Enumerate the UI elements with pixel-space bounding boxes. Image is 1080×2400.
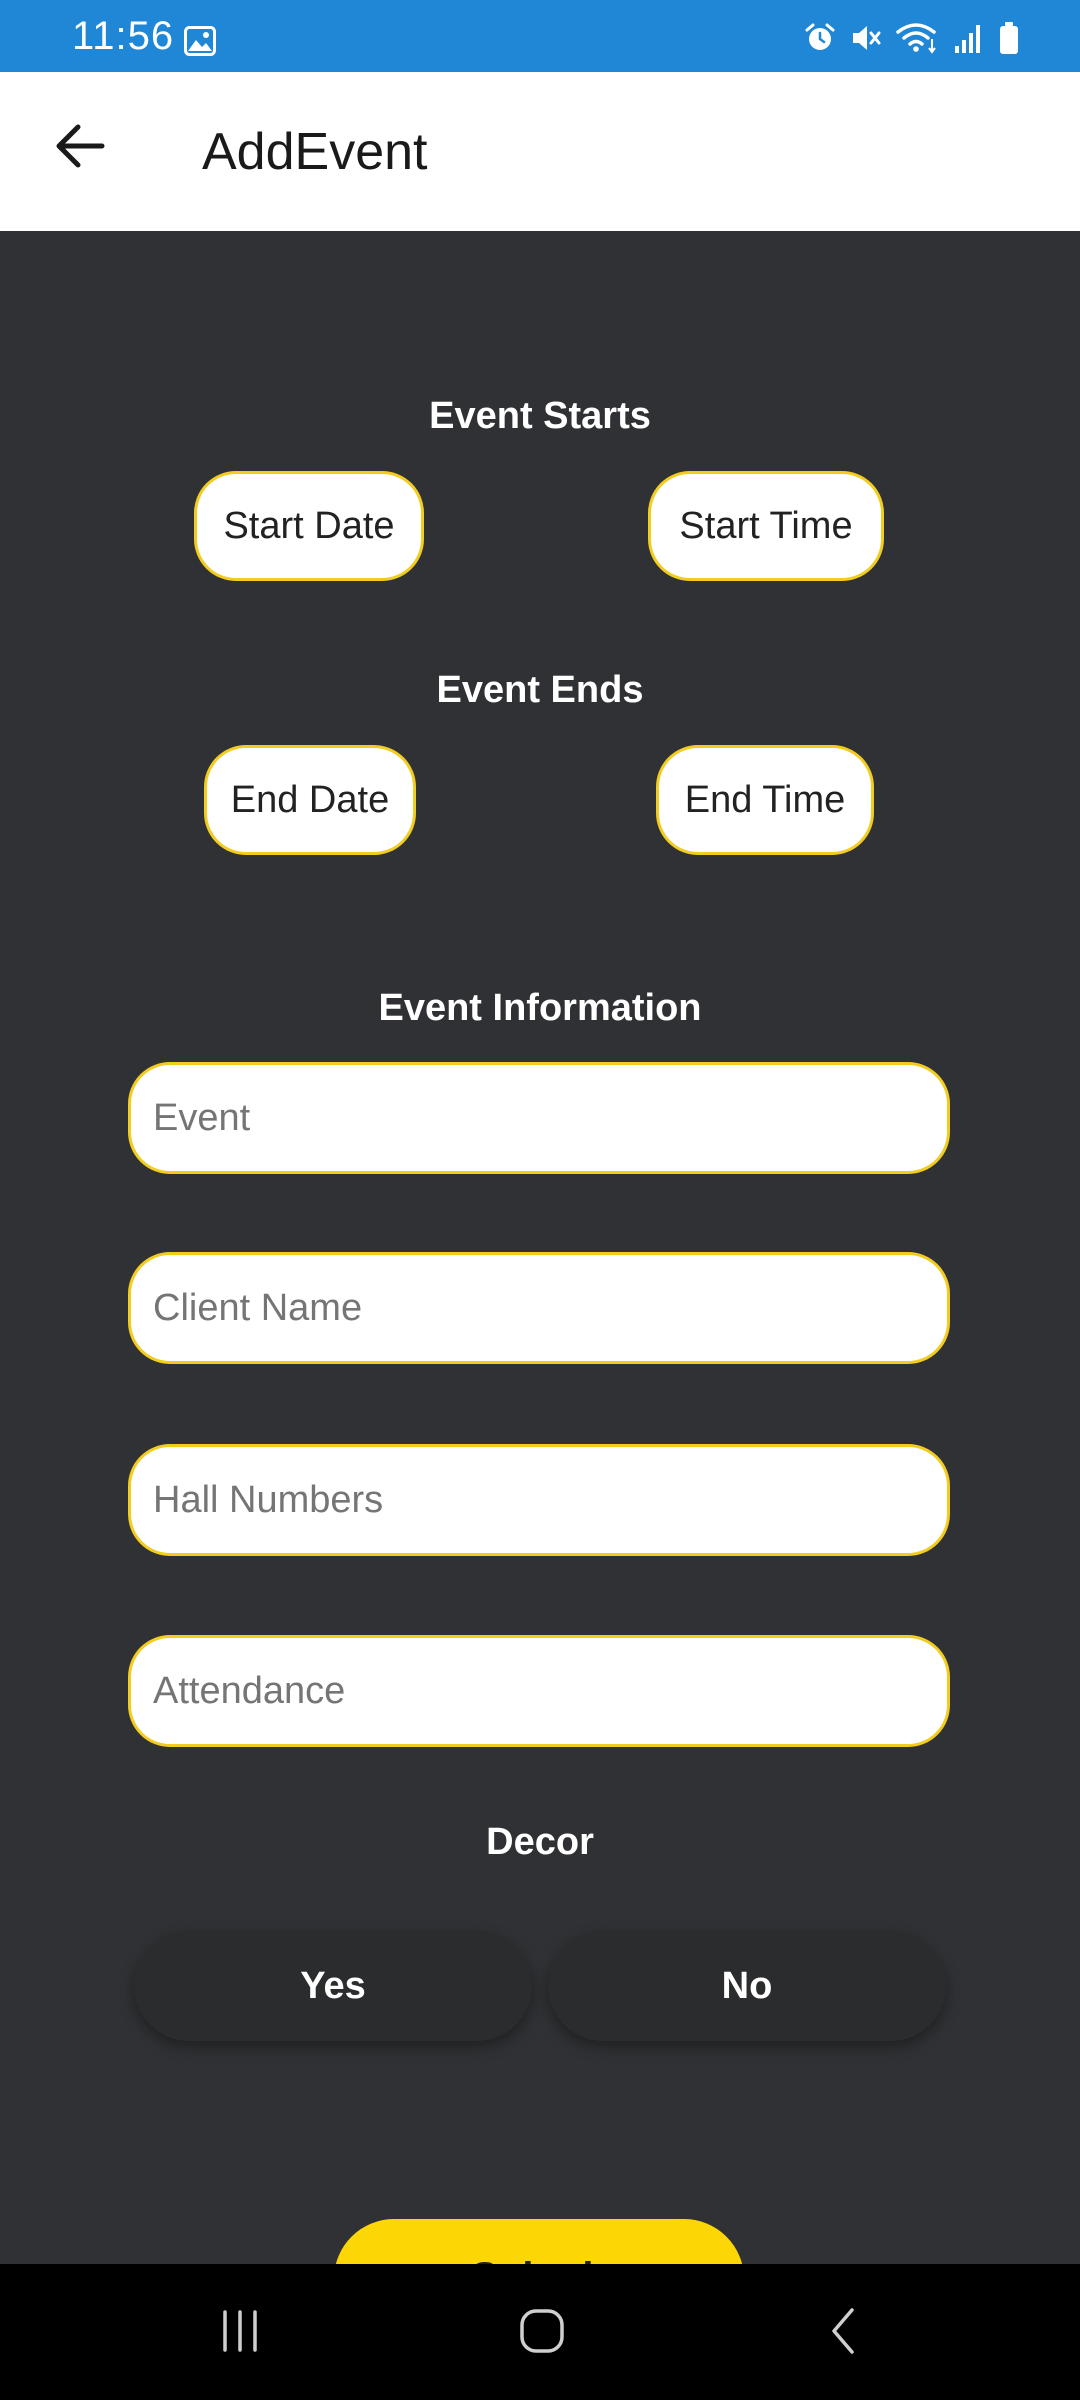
submit-button[interactable]: Submit — [334, 2219, 744, 2264]
start-time-button[interactable]: Start Time — [648, 471, 884, 581]
end-date-button[interactable]: End Date — [204, 745, 416, 855]
end-time-button[interactable]: End Time — [656, 745, 874, 855]
arrow-left-icon — [54, 123, 106, 174]
wifi-icon — [896, 22, 940, 54]
event-information-heading: Event Information — [378, 987, 702, 1029]
system-nav-bar — [0, 2264, 1080, 2400]
event-input[interactable] — [128, 1062, 950, 1174]
page-title: AddEvent — [202, 123, 428, 181]
decor-heading: Decor — [486, 1821, 594, 1863]
decor-yes-button[interactable]: Yes — [134, 1931, 532, 2041]
attendance-input[interactable] — [128, 1635, 950, 1747]
alarm-icon — [804, 22, 836, 54]
image-icon — [184, 26, 216, 56]
back-button[interactable] — [44, 112, 116, 184]
status-bar: 11:56 — [0, 0, 1080, 72]
decor-no-button[interactable]: No — [548, 1931, 946, 2041]
nav-back-button[interactable] — [794, 2298, 894, 2368]
signal-icon — [954, 22, 984, 54]
add-event-form: Event Starts Start Date Start Time Event… — [0, 231, 1080, 2264]
home-button[interactable] — [492, 2298, 592, 2368]
mute-icon — [850, 22, 882, 54]
battery-icon — [998, 21, 1020, 55]
app-bar: AddEvent — [0, 72, 1080, 231]
recents-button[interactable] — [190, 2298, 290, 2368]
status-icons — [804, 20, 1020, 56]
home-icon — [517, 2306, 567, 2361]
status-time: 11:56 — [72, 14, 175, 58]
back-icon — [824, 2306, 864, 2361]
recents-icon — [217, 2308, 263, 2359]
event-ends-heading: Event Ends — [436, 669, 644, 711]
event-starts-heading: Event Starts — [429, 395, 651, 437]
client-name-input[interactable] — [128, 1252, 950, 1364]
hall-numbers-input[interactable] — [128, 1444, 950, 1556]
start-date-button[interactable]: Start Date — [194, 471, 424, 581]
